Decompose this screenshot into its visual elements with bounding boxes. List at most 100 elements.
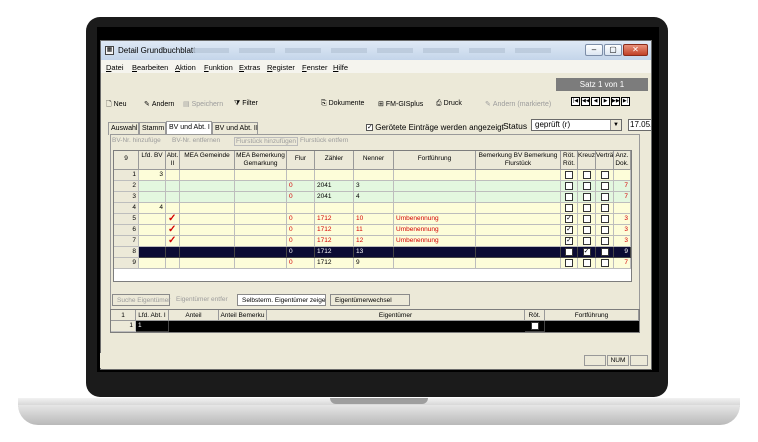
checkbox-icon[interactable] [600, 259, 609, 267]
col-bemerkung-bv[interactable]: Bemerkung BV Bemerkung Flurstück [476, 151, 561, 170]
close-button[interactable]: ✕ [623, 44, 648, 56]
cell-mea-bemerkung[interactable] [235, 247, 287, 258]
cell-bemerkung-bv[interactable] [476, 247, 561, 258]
cell-abt[interactable] [166, 192, 180, 203]
cell-rot[interactable]: ✓ [561, 225, 578, 236]
checkbox-icon[interactable] [582, 215, 591, 223]
cell-fortfuehrung[interactable] [394, 192, 476, 203]
row-number[interactable]: 6 [114, 225, 139, 236]
cell-mea-bemerkung[interactable] [235, 192, 287, 203]
chevron-down-icon[interactable]: ▼ [610, 120, 621, 130]
cell-vertraege[interactable] [596, 225, 614, 236]
remove-owner-button[interactable]: Eigentümer entfer [172, 294, 236, 306]
cell-rot[interactable] [561, 203, 578, 214]
prev-record-button[interactable]: ◀ [591, 97, 600, 106]
cell-vertraege[interactable] [596, 203, 614, 214]
table-row[interactable]: 13 [114, 170, 631, 181]
cell-zaehler[interactable]: 1712 [315, 236, 354, 247]
cell-mea-gemeinde[interactable] [180, 247, 235, 258]
cell-nenner[interactable] [354, 170, 394, 181]
cell-nenner[interactable]: 13 [354, 247, 394, 258]
cell-mea-bemerkung[interactable] [235, 236, 287, 247]
cell-bemerkung-bv[interactable] [476, 170, 561, 181]
cell-flur[interactable] [287, 170, 315, 181]
table-row[interactable]: 9 0 1712 9 7 [114, 258, 631, 269]
owner-row-lfd[interactable]: 1 [136, 321, 169, 332]
filter-button[interactable]: ⧩ Filter [234, 100, 258, 108]
add-flurstueck-button[interactable]: Flurstück hinzufügen [234, 137, 298, 146]
new-button[interactable]: 🗋 Neu [106, 100, 126, 111]
cell-mea-bemerkung[interactable] [235, 203, 287, 214]
menu-bearbeiten[interactable]: Bearbeiten [132, 63, 168, 72]
checkbox-icon[interactable] [600, 204, 609, 212]
cell-vertraege[interactable] [596, 236, 614, 247]
cell-kreuzung[interactable] [578, 225, 596, 236]
add-bv-button[interactable]: BV-Nr. hinzufüge [112, 137, 161, 144]
menu-fenster[interactable]: Fenster [302, 63, 327, 72]
cell-fortfuehrung[interactable] [394, 247, 476, 258]
cell-zaehler[interactable] [315, 170, 354, 181]
cell-kreuzung[interactable]: ✓ [578, 247, 596, 258]
row-number[interactable]: 4 [114, 203, 139, 214]
menu-aktion[interactable]: Aktion [175, 63, 196, 72]
cell-zaehler[interactable]: 2041 [315, 192, 354, 203]
table-row[interactable]: 8 0 1712 13 ✓ 9 [114, 247, 631, 258]
cell-kreuzung[interactable] [578, 181, 596, 192]
cell-mea-bemerkung[interactable] [235, 170, 287, 181]
cell-bemerkung-bv[interactable] [476, 225, 561, 236]
row-number[interactable]: 2 [114, 181, 139, 192]
checkbox-icon[interactable] [600, 226, 609, 234]
cell-kreuzung[interactable] [578, 203, 596, 214]
title-bar[interactable]: ▦ Detail Grundbuchblatt – ▢ ✕ [101, 41, 651, 60]
checkbox-icon[interactable] [600, 171, 609, 179]
cell-lfd-bv[interactable] [139, 214, 166, 225]
cell-vertraege[interactable] [596, 181, 614, 192]
cell-flur[interactable]: 0 [287, 236, 315, 247]
col-fortfuehrung[interactable]: Fortführung [394, 151, 476, 170]
cell-flur[interactable]: 0 [287, 225, 315, 236]
cell-nenner[interactable]: 9 [354, 258, 394, 269]
first-record-button[interactable]: |◀ [571, 97, 580, 106]
cell-nenner[interactable] [354, 203, 394, 214]
owner-row-rot[interactable] [525, 321, 545, 332]
checkbox-icon[interactable] [565, 204, 573, 212]
cell-nenner[interactable]: 11 [354, 225, 394, 236]
row-number[interactable]: 7 [114, 236, 139, 247]
owner-row-number[interactable]: 1 [111, 321, 136, 332]
cell-bemerkung-bv[interactable] [476, 203, 561, 214]
col-flur[interactable]: Flur [287, 151, 315, 170]
checkbox-icon[interactable] [565, 259, 573, 267]
cell-lfd-bv[interactable] [139, 225, 166, 236]
date-field[interactable]: 17.05. [628, 119, 652, 131]
cell-kreuzung[interactable] [578, 258, 596, 269]
cell-fortfuehrung[interactable]: Umbenennung [394, 236, 476, 247]
cell-mea-bemerkung[interactable] [235, 214, 287, 225]
checkbox-icon[interactable] [565, 182, 573, 190]
checkbox-icon[interactable] [582, 193, 591, 201]
cell-lfd-bv[interactable] [139, 258, 166, 269]
cell-zaehler[interactable]: 1712 [315, 258, 354, 269]
cell-flur[interactable]: 0 [287, 214, 315, 225]
cell-mea-bemerkung[interactable] [235, 225, 287, 236]
cell-flur[interactable] [287, 203, 315, 214]
col-anteil-bemerkung[interactable]: Anteil Bemerku [219, 310, 267, 321]
cell-mea-gemeinde[interactable] [180, 192, 235, 203]
col-mea-gemeinde[interactable]: MEA Gemeinde [180, 151, 235, 170]
cell-mea-bemerkung[interactable] [235, 181, 287, 192]
checkbox-icon[interactable] [565, 248, 573, 256]
checkbox-icon[interactable] [582, 259, 591, 267]
col-zaehler[interactable]: Zähler [315, 151, 354, 170]
cell-kreuzung[interactable] [578, 170, 596, 181]
cell-mea-bemerkung[interactable] [235, 258, 287, 269]
cell-anz-dok[interactable]: 3 [614, 225, 631, 236]
row-number[interactable]: 3 [114, 192, 139, 203]
print-button[interactable]: ⎙ Druck [436, 100, 462, 108]
cell-kreuzung[interactable] [578, 192, 596, 203]
cell-rot[interactable]: ✓ [561, 236, 578, 247]
cell-kreuzung[interactable] [578, 214, 596, 225]
edit-button[interactable]: ✎ Andern [144, 100, 174, 108]
minimize-button[interactable]: – [585, 44, 603, 56]
save-button[interactable]: ▤ Speichern [183, 100, 223, 108]
cell-flur[interactable]: 0 [287, 247, 315, 258]
checkbox-icon[interactable] [582, 182, 591, 190]
